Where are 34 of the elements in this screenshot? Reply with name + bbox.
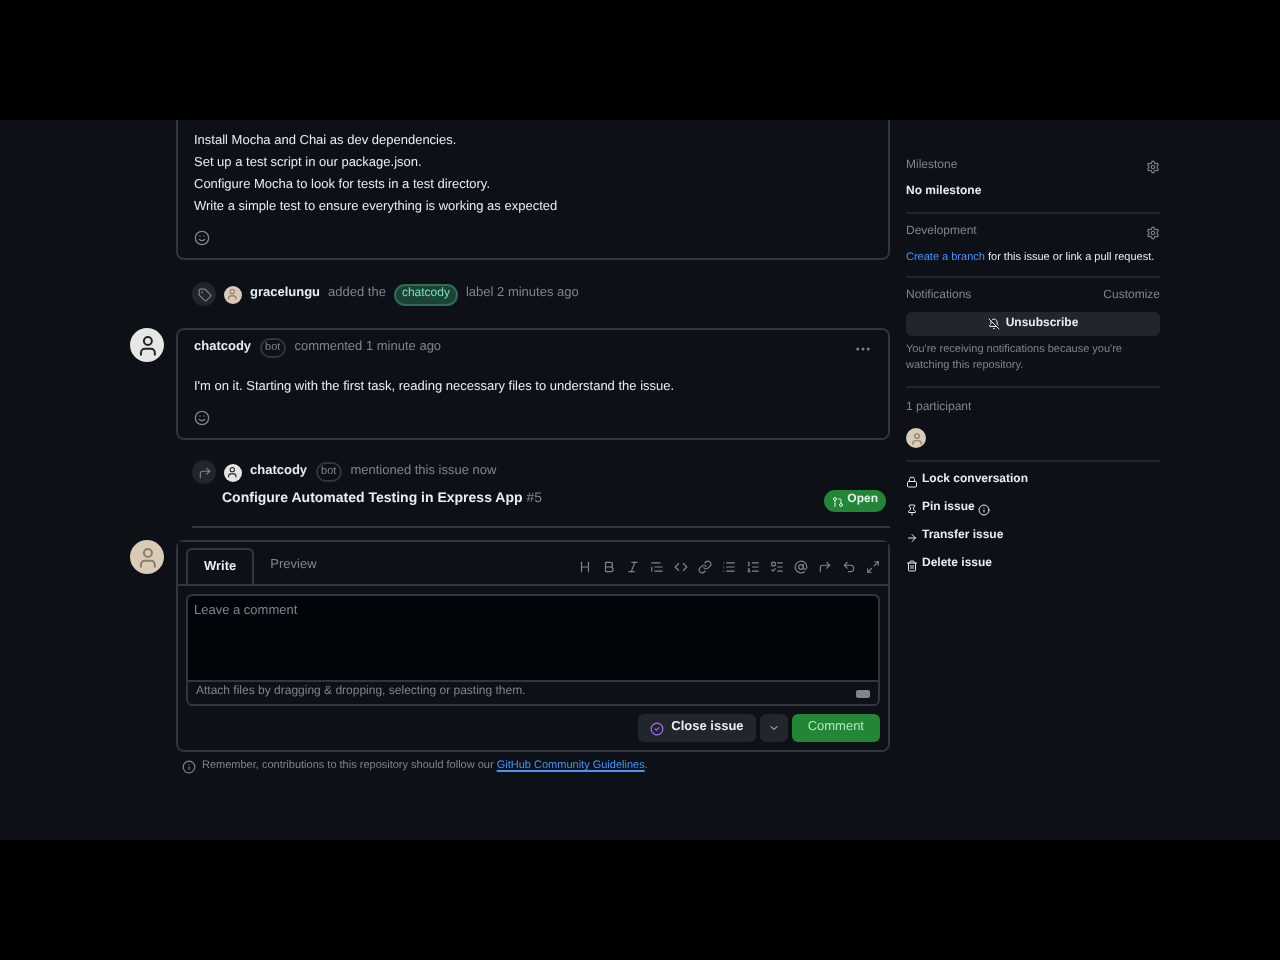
- pin-icon: [906, 503, 918, 516]
- mention-icon[interactable]: [794, 559, 808, 573]
- arrow-right-icon: [906, 531, 918, 544]
- info-icon: [978, 503, 991, 516]
- tag-icon: [192, 282, 216, 306]
- avatar: [130, 328, 164, 362]
- italic-icon[interactable]: [626, 559, 640, 573]
- markdown-icon: [856, 689, 870, 697]
- avatar: [130, 540, 164, 574]
- reply-icon[interactable]: [842, 559, 856, 573]
- reference-icon[interactable]: [818, 559, 832, 573]
- avatar: [224, 463, 242, 481]
- numbered-list-icon[interactable]: [746, 559, 760, 573]
- heading-icon[interactable]: [578, 559, 592, 573]
- quote-icon[interactable]: [650, 559, 664, 573]
- smiley-icon: [194, 230, 210, 246]
- bold-icon[interactable]: [602, 559, 616, 573]
- fullscreen-icon[interactable]: [866, 559, 880, 573]
- bulleted-list-icon[interactable]: [722, 559, 736, 573]
- avatar: [224, 285, 242, 303]
- avatar: [906, 428, 926, 449]
- code-icon[interactable]: [674, 559, 688, 573]
- settings-icon: [1146, 160, 1160, 174]
- lock-icon: [906, 475, 918, 488]
- trash-icon: [906, 559, 918, 572]
- cross-reference-icon: [192, 460, 216, 484]
- link-icon[interactable]: [698, 559, 712, 573]
- info-icon: [182, 759, 196, 774]
- check-circle-icon: [649, 721, 664, 735]
- settings-icon: [1146, 226, 1160, 240]
- bell-off-icon: [987, 318, 1000, 331]
- task-list-icon[interactable]: [770, 559, 784, 573]
- smiley-icon: [194, 410, 210, 426]
- caret-icon: [767, 722, 780, 734]
